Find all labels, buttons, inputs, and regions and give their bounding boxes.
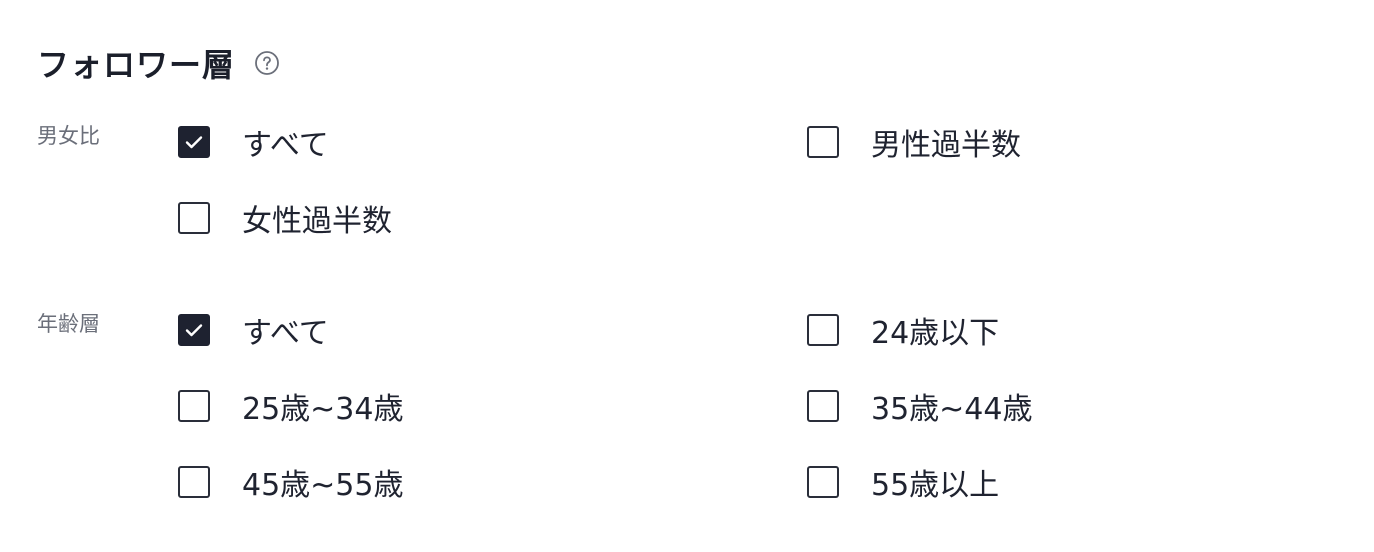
checkbox[interactable] [178,466,210,498]
checkbox[interactable] [807,390,839,422]
section-title: フォロワー層 [37,46,236,84]
section-header: フォロワー層 [37,40,279,86]
age-group-label: 年齢層 [37,312,100,336]
gender-option-label: 男性過半数 [871,128,1021,163]
age-option-label: 35歳~44歳 [871,392,1033,427]
gender-option-male-majority[interactable]: 男性過半数 [807,122,1021,163]
age-option-label: 55歳以上 [871,468,1000,503]
age-option-25-34[interactable]: 25歳~34歳 [178,386,404,427]
checkbox[interactable] [807,466,839,498]
age-option-under-24[interactable]: 24歳以下 [807,310,1000,351]
age-option-all[interactable]: すべて [178,310,329,351]
age-option-label: すべて [242,316,329,351]
gender-option-female-majority[interactable]: 女性過半数 [178,198,392,239]
checkbox[interactable] [178,390,210,422]
checkbox[interactable] [807,314,839,346]
age-option-over-55[interactable]: 55歳以上 [807,462,1000,503]
checkbox[interactable] [807,126,839,158]
gender-group-label: 男女比 [37,124,100,148]
gender-option-label: すべて [242,128,329,163]
gender-option-label: 女性過半数 [242,204,392,239]
question-circle-icon[interactable] [255,51,279,75]
age-option-label: 24歳以下 [871,316,1000,351]
checkbox-checked[interactable] [178,314,210,346]
age-option-label: 45歳~55歳 [242,468,404,503]
age-option-35-44[interactable]: 35歳~44歳 [807,386,1033,427]
age-option-label: 25歳~34歳 [242,392,404,427]
age-option-45-55[interactable]: 45歳~55歳 [178,462,404,503]
checkbox[interactable] [178,202,210,234]
gender-option-all[interactable]: すべて [178,122,329,163]
checkbox-checked[interactable] [178,126,210,158]
